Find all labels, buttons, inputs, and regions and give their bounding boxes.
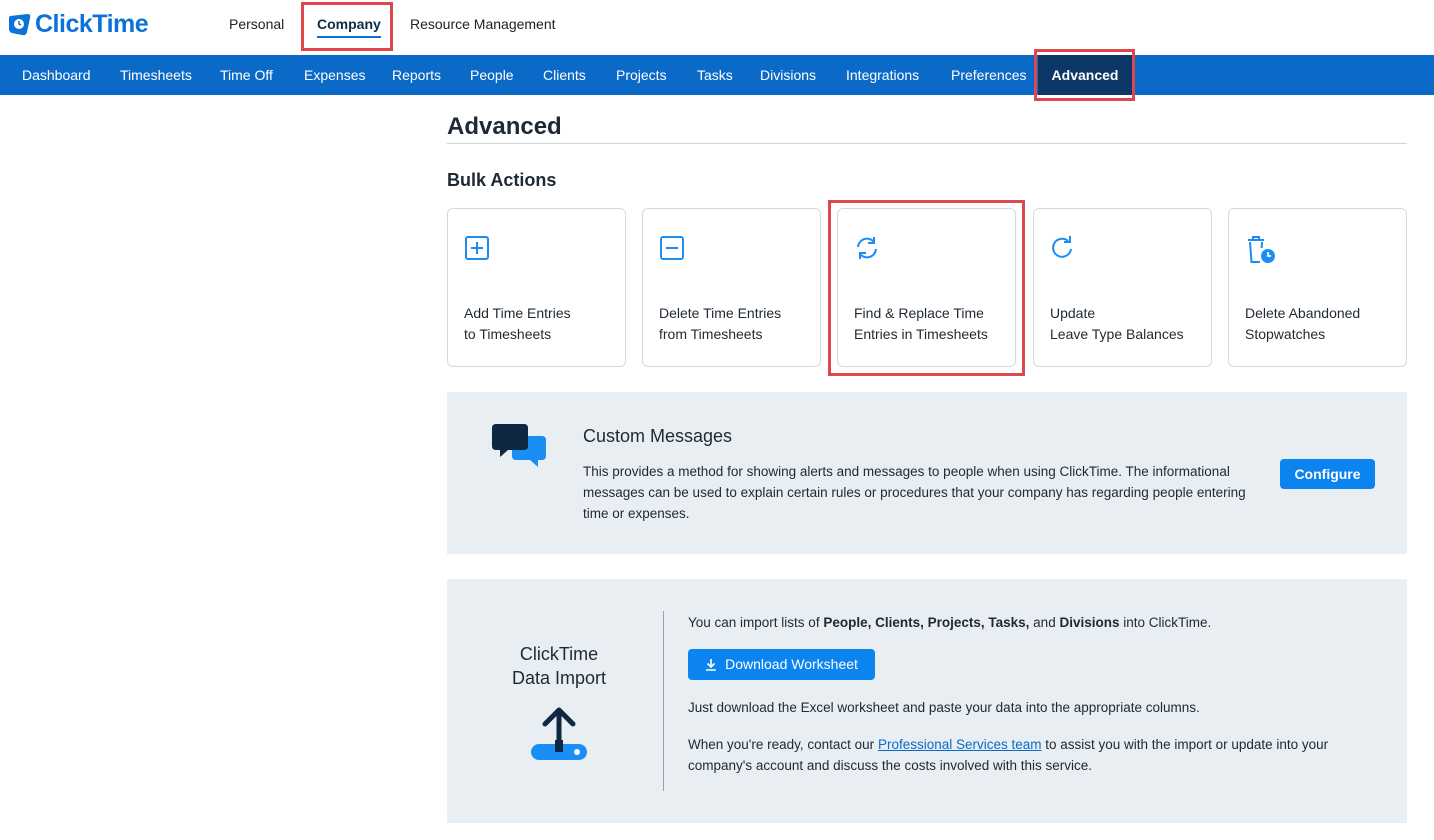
nav-preferences[interactable]: Preferences <box>951 55 1026 95</box>
intro-text: You can import lists of <box>688 615 824 630</box>
configure-button[interactable]: Configure <box>1280 459 1375 489</box>
nav-advanced[interactable]: Advanced <box>1038 55 1132 95</box>
intro-bold-divisions: Divisions <box>1059 615 1120 630</box>
upload-icon <box>531 707 587 760</box>
download-icon <box>706 659 717 671</box>
nav-timesheets[interactable]: Timesheets <box>120 55 192 95</box>
main-nav: Dashboard Timesheets Time Off Expenses R… <box>0 55 1434 95</box>
card-label: Delete Time Entries from Timesheets <box>659 305 782 342</box>
nav-tasks[interactable]: Tasks <box>697 55 733 95</box>
title-divider <box>447 143 1407 144</box>
card-delete-time-entries[interactable]: Delete Time Entries from Timesheets <box>642 208 821 367</box>
nav-divisions[interactable]: Divisions <box>760 55 816 95</box>
clicktime-logo-icon <box>9 13 31 35</box>
page-title: Advanced <box>447 113 562 140</box>
top-header: ClickTime Personal Company Resource Mana… <box>0 0 1434 55</box>
top-tab-personal[interactable]: Personal <box>229 16 284 32</box>
data-import-intro: You can import lists of People, Clients,… <box>688 612 1388 633</box>
top-tab-company[interactable]: Company <box>317 16 381 38</box>
nav-people[interactable]: People <box>470 55 514 95</box>
download-worksheet-label: Download Worksheet <box>725 656 858 672</box>
nav-projects[interactable]: Projects <box>616 55 667 95</box>
nav-expenses[interactable]: Expenses <box>304 55 365 95</box>
rotate-icon <box>1052 236 1072 258</box>
refresh-icon <box>857 237 877 259</box>
card-find-replace-time-entries[interactable]: Find & Replace Time Entries in Timesheet… <box>837 208 1016 367</box>
card-delete-abandoned-stopwatches[interactable]: Delete Abandoned Stopwatches <box>1228 208 1407 367</box>
card-label: Find & Replace Time Entries in Timesheet… <box>854 305 988 342</box>
nav-clients[interactable]: Clients <box>543 55 586 95</box>
logo-text: ClickTime <box>35 10 149 38</box>
card-add-time-entries[interactable]: Add Time Entries to Timesheets <box>447 208 626 367</box>
nav-time-off[interactable]: Time Off <box>220 55 273 95</box>
card-label: Add Time Entries to Timesheets <box>464 305 571 342</box>
minus-square-icon <box>660 236 684 260</box>
professional-services-link[interactable]: Professional Services team <box>878 737 1042 752</box>
bulk-actions-heading: Bulk Actions <box>447 170 557 190</box>
contact-text: When you're ready, contact our <box>688 737 878 752</box>
data-import-instructions: Just download the Excel worksheet and pa… <box>688 700 1200 715</box>
nav-reports[interactable]: Reports <box>392 55 441 95</box>
data-import-title: ClickTime Data Import <box>485 642 633 690</box>
card-update-leave-balances[interactable]: Update Leave Type Balances <box>1033 208 1212 367</box>
data-import-title-line2: Data Import <box>511 668 607 688</box>
data-import-title-line1: ClickTime <box>519 644 599 664</box>
intro-text-and: and <box>1029 615 1060 630</box>
custom-messages-description: This provides a method for showing alert… <box>583 464 1246 521</box>
card-label: Update Leave Type Balances <box>1050 305 1184 342</box>
nav-integrations[interactable]: Integrations <box>846 55 919 95</box>
data-import-divider <box>663 611 664 791</box>
clicktime-logo[interactable]: ClickTime <box>8 10 149 39</box>
trash-clock-icon <box>1248 236 1275 263</box>
plus-square-icon <box>465 236 489 260</box>
card-label: Delete Abandoned Stopwatches <box>1245 305 1361 342</box>
intro-text-post: into ClickTime. <box>1119 615 1212 630</box>
intro-bold-lists: People, Clients, Projects, Tasks, <box>823 615 1030 630</box>
data-import-contact: When you're ready, contact our Professio… <box>688 734 1368 776</box>
download-worksheet-button[interactable]: Download Worksheet <box>688 649 875 680</box>
chat-bubbles-icon <box>492 424 546 467</box>
top-tab-resource-management[interactable]: Resource Management <box>410 16 556 32</box>
nav-dashboard[interactable]: Dashboard <box>22 55 91 95</box>
custom-messages-title: Custom Messages <box>583 426 733 446</box>
